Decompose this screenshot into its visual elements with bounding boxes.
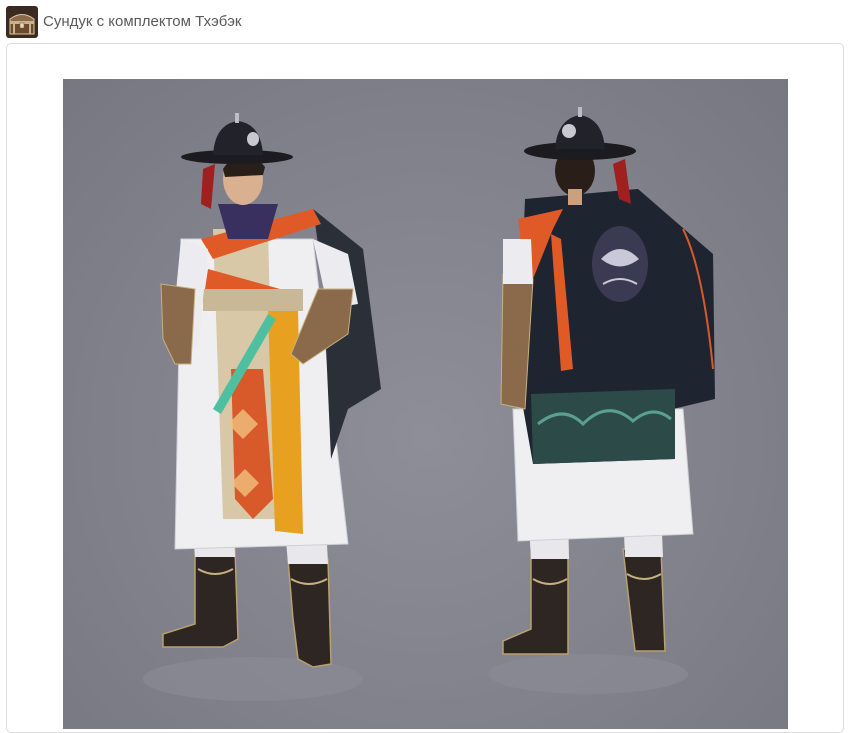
costume-preview-image [63, 79, 788, 729]
item-title: Сундук с комплектом Тхэбэк [43, 13, 242, 30]
back-view-figure [500, 107, 715, 655]
item-preview-panel [6, 43, 844, 733]
costume-illustration [143, 107, 715, 701]
item-header: Сундук с комплектом Тхэбэк [6, 6, 241, 38]
front-view-figure [160, 113, 381, 668]
treasure-chest-icon [6, 6, 38, 38]
